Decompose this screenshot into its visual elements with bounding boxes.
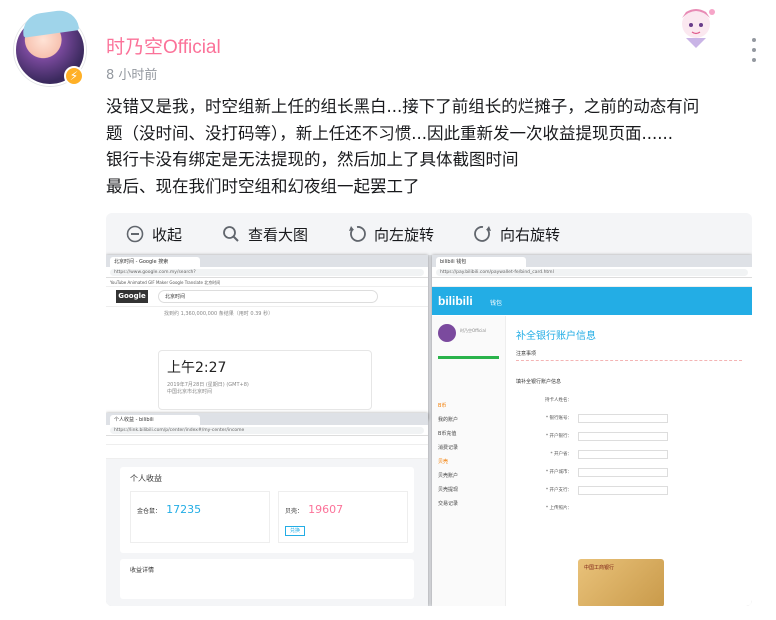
more-options-icon[interactable] — [750, 38, 758, 62]
image-viewer: 收起 查看大图 向左旋转 向右旋转 北京时间 - Google 搜索 https… — [106, 213, 752, 606]
clock-time: 上午2:27 — [167, 360, 227, 376]
silver-label: 贝壳： — [285, 508, 304, 515]
view-large-label: 查看大图 — [248, 225, 309, 244]
rotate-left-icon — [349, 226, 366, 242]
google-window: 北京时间 - Google 搜索 https://www.google.com.… — [106, 255, 428, 420]
form-label: 持卡人姓名： — [545, 398, 572, 403]
sidebar-item[interactable]: 贝壳提现 — [438, 483, 505, 497]
bilibili-wallet-header: bilibili 钱包 — [432, 287, 752, 315]
author-name[interactable]: 时乃空Official — [106, 32, 221, 59]
form-select[interactable] — [578, 485, 668, 495]
form-label: * 开户银行： — [545, 434, 572, 439]
sidebar-item[interactable]: 消费记录 — [438, 441, 505, 455]
google-logo: Google — [116, 290, 148, 303]
sidebar-item[interactable]: 交易记录 — [438, 497, 505, 511]
browser-tab: 北京时间 - Google 搜索 — [110, 257, 200, 267]
address-bar: https://link.bilibili.com/p/center/index… — [110, 426, 424, 434]
form-input[interactable] — [578, 413, 668, 423]
sidebar-item[interactable]: 贝壳 — [438, 455, 505, 469]
post-line: 没错又是我，时空组新上任的组长黑白...接下了前组长的烂摊子，之前的动态有问 — [106, 97, 700, 116]
dynamic-post: ⚡ 时乃空Official 8 小时前 没错又是我，时空组新上任的组长黑白...… — [0, 0, 776, 620]
browser-tab: bilibili 钱包 — [436, 257, 526, 267]
clock-card: 上午2:27 2019年7月28日 (星期日) (GMT+8) 中国北京市北京时… — [158, 350, 372, 410]
sidebar-item[interactable]: B币充值 — [438, 427, 505, 441]
form-label: * 上传照片： — [545, 506, 572, 511]
sidebar-item[interactable]: B币 — [438, 399, 505, 413]
avatar[interactable]: ⚡ — [14, 8, 90, 90]
decoration-character-icon — [682, 9, 715, 48]
earnings-title: 个人收益 — [130, 474, 162, 483]
post-line: 题（没时间、没打码等），新上任还不习惯...因此重新发一次收益提现页面.....… — [106, 123, 673, 143]
wallet-sidebar: 时乃空Official B币 我的账户 B币充值 消费记录 贝壳 贝壳账户 贝壳… — [432, 316, 506, 606]
form-select[interactable] — [578, 449, 668, 459]
form-title: 填补全银行账户信息 — [516, 379, 562, 385]
sidebar-item[interactable]: 贝壳账户 — [438, 469, 505, 483]
post-line: 最后、现在我们时空组和幻夜组一起罢工了 — [106, 176, 420, 196]
exchange-button[interactable]: 兑换 — [285, 526, 305, 536]
bookmarks-bar: YouTube Animated GIF Maker Google Transl… — [106, 278, 428, 287]
view-large-button[interactable]: 查看大图 — [222, 224, 308, 245]
wallet-label: 钱包 — [490, 300, 503, 307]
rotate-right-label: 向右旋转 — [500, 225, 561, 244]
rotate-left-label: 向左旋转 — [374, 225, 435, 244]
image-toolbar: 收起 查看大图 向左旋转 向右旋转 — [106, 213, 752, 255]
browser-tab: 个人收益 - bilibili — [110, 415, 200, 425]
collapse-button[interactable]: 收起 — [126, 224, 182, 245]
google-results-note: 找到约 1,360,000,000 条结果（用时 0.39 秒） — [164, 311, 274, 317]
google-search-box: 北京时间 — [158, 290, 378, 303]
verified-lightning-icon: ⚡ — [64, 66, 84, 86]
silver-value: 19607 — [308, 503, 344, 516]
address-bar: https://pay.bilibili.com/paywallet-fe/bi… — [436, 268, 748, 276]
post-line: 银行卡没有绑定是无法提现的，然后加上了具体截图时间 — [106, 150, 519, 169]
screenshot-image: 北京时间 - Google 搜索 https://www.google.com.… — [106, 255, 752, 606]
form-label: * 开户城市： — [545, 470, 572, 475]
google-query: 北京时间 — [165, 294, 186, 300]
rotate-left-button[interactable]: 向左旋转 — [348, 224, 434, 245]
sidebar-item[interactable]: 我的账户 — [438, 413, 505, 427]
rotate-right-button[interactable]: 向右旋转 — [474, 224, 560, 245]
bank-card-text: 中国工商银行 — [584, 565, 615, 571]
bank-window: bilibili 钱包 https://pay.bilibili.com/pay… — [432, 255, 752, 606]
details-title: 收益详情 — [130, 567, 155, 574]
clock-location: 中国北京市北京时间 — [167, 389, 213, 395]
earnings-window: 个人收益 - bilibili https://link.bilibili.co… — [106, 413, 428, 606]
sidebar-avatar — [438, 324, 456, 342]
clock-date: 2019年7月28日 (星期日) (GMT+8) — [167, 382, 249, 388]
collapse-label: 收起 — [152, 225, 183, 244]
sidebar-username: 时乃空Official — [460, 328, 486, 333]
bookmarks-bar — [432, 278, 752, 287]
gold-value: 17235 — [166, 503, 202, 516]
form-select[interactable] — [578, 467, 668, 477]
search-icon — [223, 226, 239, 242]
bank-page-title: 补全银行账户信息 — [516, 331, 596, 342]
collapse-icon — [126, 225, 144, 243]
form-label: * 银行账号： — [545, 416, 572, 421]
form-label: * 开户省： — [550, 452, 572, 457]
form-label: * 开户支行： — [545, 488, 572, 493]
rotate-right-icon — [474, 226, 492, 242]
bilibili-logo: bilibili — [438, 294, 473, 308]
bank-card-photo: 中国工商银行 — [578, 559, 664, 606]
form-select[interactable] — [578, 431, 668, 441]
address-bar: https://www.google.com.my/search? — [110, 268, 424, 276]
bookmarks-bar — [106, 436, 428, 445]
post-content: 没错又是我，时空组新上任的组长黑白...接下了前组长的烂摊子，之前的动态有问 题… — [106, 94, 766, 200]
notice-title: 注意事项 — [516, 351, 537, 357]
post-time: 8 小时前 — [106, 68, 158, 83]
gold-label: 金仓鼠： — [137, 508, 162, 515]
